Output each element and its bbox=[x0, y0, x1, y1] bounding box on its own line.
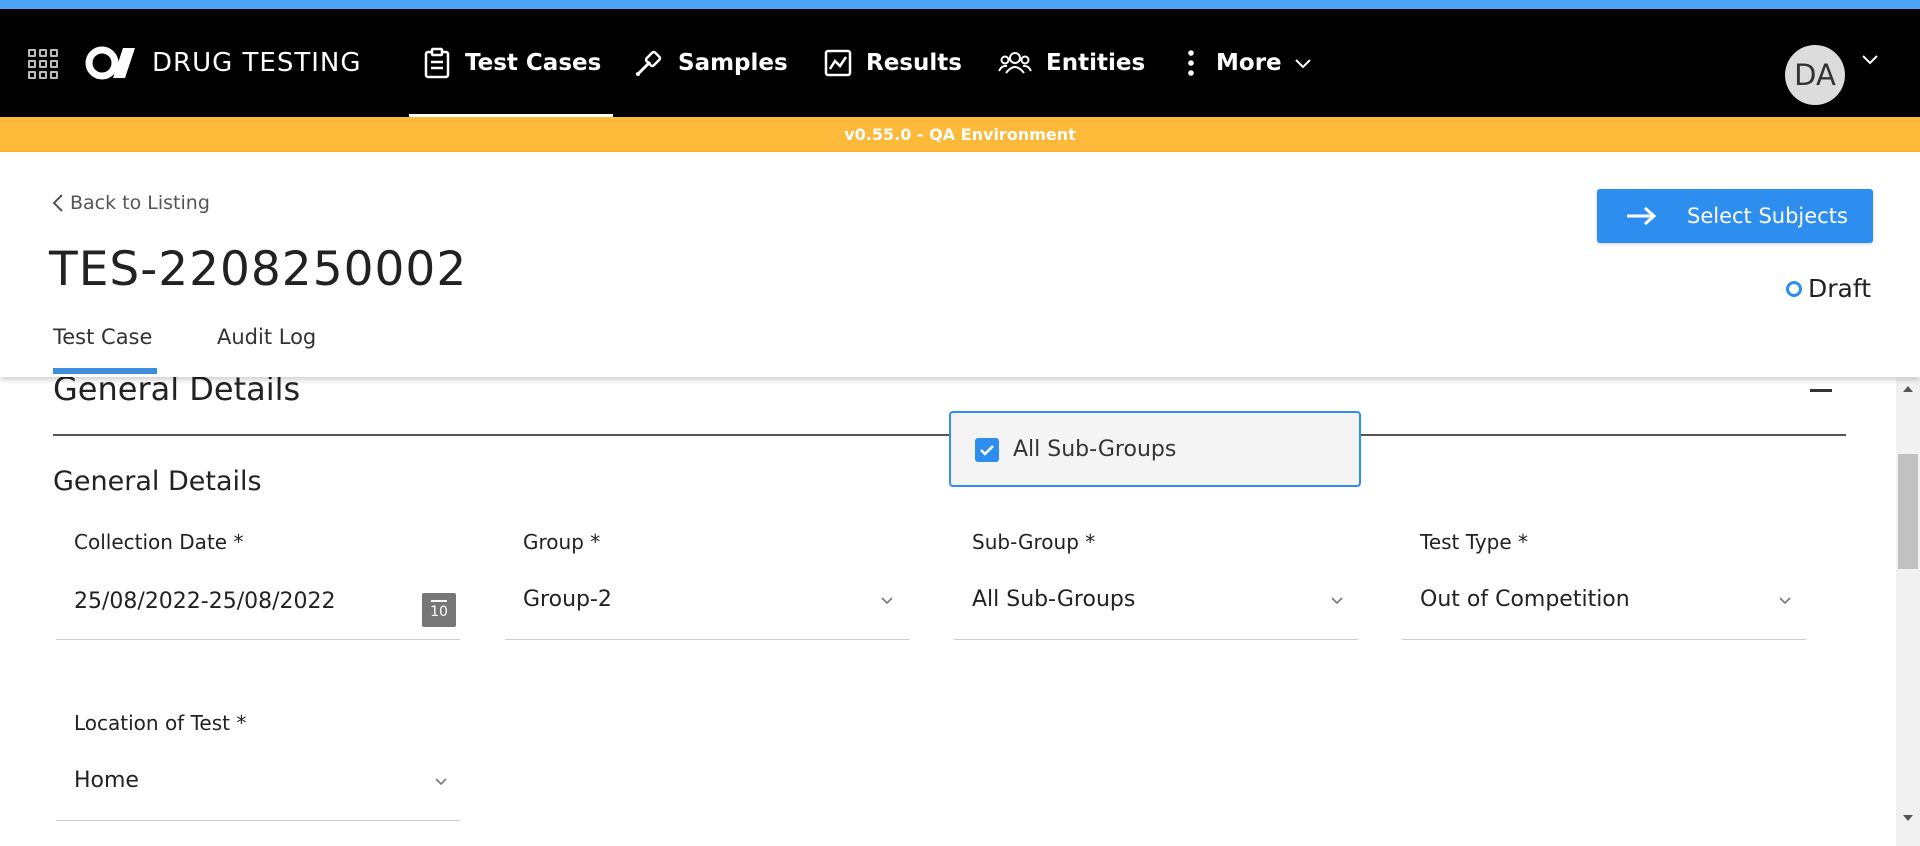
subsection-title: General Details bbox=[53, 466, 262, 497]
nav-label: Test Cases bbox=[465, 50, 602, 76]
status-dot-icon bbox=[1786, 280, 1802, 297]
sub-group-label: Sub-Group * bbox=[972, 530, 1096, 554]
nav-results[interactable]: Results bbox=[824, 39, 962, 87]
field-underline bbox=[1402, 639, 1806, 640]
chevron-down-icon[interactable] bbox=[880, 596, 894, 606]
app-logo[interactable]: DRUG TESTING bbox=[85, 41, 362, 85]
scroll-down-icon[interactable] bbox=[1903, 815, 1913, 821]
nav-samples[interactable]: Samples bbox=[634, 39, 788, 87]
back-to-listing-link[interactable]: Back to Listing bbox=[52, 192, 210, 214]
page-header: Back to Listing TES-2208250002 Test Case… bbox=[0, 152, 1920, 377]
group-label: Group * bbox=[523, 530, 601, 554]
field-underline bbox=[954, 639, 1358, 640]
app-title: DRUG TESTING bbox=[152, 48, 362, 78]
page-scrollbar[interactable] bbox=[1896, 378, 1920, 846]
chevron-down-icon bbox=[1294, 59, 1311, 69]
test-type-select[interactable]: Out of Competition bbox=[1420, 587, 1630, 612]
dropper-icon bbox=[636, 50, 662, 76]
top-navbar: DRUG TESTING Test Cases Samples Results bbox=[0, 9, 1920, 119]
nav-label: Results bbox=[866, 50, 962, 76]
user-avatar[interactable]: DA bbox=[1785, 45, 1845, 105]
location-select[interactable]: Home bbox=[74, 768, 139, 793]
checkbox-checked-icon[interactable] bbox=[975, 437, 999, 462]
back-label: Back to Listing bbox=[70, 192, 210, 214]
status-badge: Draft bbox=[1786, 274, 1871, 303]
chevron-down-icon[interactable] bbox=[434, 777, 448, 787]
field-underline bbox=[56, 639, 460, 640]
page-title: TES-2208250002 bbox=[49, 242, 468, 297]
dropdown-option-label: All Sub-Groups bbox=[1013, 437, 1177, 462]
kebab-icon bbox=[1188, 50, 1194, 76]
nav-entities[interactable]: Entities bbox=[998, 39, 1145, 87]
clipboard-icon bbox=[424, 47, 450, 79]
select-subjects-label: Select Subjects bbox=[1687, 204, 1848, 228]
chevron-down-icon[interactable] bbox=[1330, 596, 1344, 606]
environment-banner: v0.55.0 - QA Environment bbox=[0, 117, 1920, 152]
environment-label: v0.55.0 - QA Environment bbox=[844, 125, 1076, 144]
nav-label: Entities bbox=[1046, 50, 1146, 76]
scroll-up-icon[interactable] bbox=[1903, 386, 1913, 392]
chevron-down-icon[interactable] bbox=[1778, 596, 1792, 606]
location-label: Location of Test * bbox=[74, 711, 247, 735]
top-accent-stripe bbox=[0, 0, 1920, 9]
nav-more[interactable]: More bbox=[1186, 39, 1312, 87]
arrow-right-icon bbox=[1627, 206, 1657, 226]
calendar-icon[interactable]: 10 bbox=[422, 593, 456, 627]
active-tab-indicator bbox=[53, 368, 157, 374]
tab-audit-log[interactable]: Audit Log bbox=[217, 325, 316, 349]
tab-test-case[interactable]: Test Case bbox=[53, 325, 152, 349]
select-subjects-button[interactable]: Select Subjects bbox=[1597, 189, 1873, 243]
logo-mark-icon bbox=[85, 46, 135, 80]
chevron-down-icon[interactable] bbox=[1861, 53, 1879, 65]
chart-icon bbox=[824, 49, 852, 77]
sub-group-dropdown: All Sub-Groups bbox=[949, 411, 1361, 487]
dropdown-option[interactable]: All Sub-Groups bbox=[975, 437, 1176, 462]
collection-date-label: Collection Date * bbox=[74, 530, 244, 554]
nav-test-cases[interactable]: Test Cases bbox=[408, 39, 614, 119]
nav-label: Samples bbox=[678, 50, 788, 76]
field-underline bbox=[505, 639, 909, 640]
nav-label: More bbox=[1216, 50, 1282, 76]
collapse-icon[interactable] bbox=[1810, 389, 1832, 392]
scrollbar-thumb[interactable] bbox=[1898, 454, 1918, 569]
sub-group-select[interactable]: All Sub-Groups bbox=[972, 587, 1135, 612]
calendar-day: 10 bbox=[430, 604, 448, 620]
collection-date-field[interactable]: 25/08/2022-25/08/2022 bbox=[74, 589, 336, 614]
test-type-label: Test Type * bbox=[1420, 530, 1529, 554]
status-label: Draft bbox=[1808, 274, 1872, 303]
people-icon bbox=[998, 52, 1032, 74]
app-grid-icon[interactable] bbox=[28, 49, 58, 79]
chevron-left-icon bbox=[52, 194, 63, 212]
group-select[interactable]: Group-2 bbox=[523, 587, 612, 612]
field-underline bbox=[56, 820, 460, 821]
